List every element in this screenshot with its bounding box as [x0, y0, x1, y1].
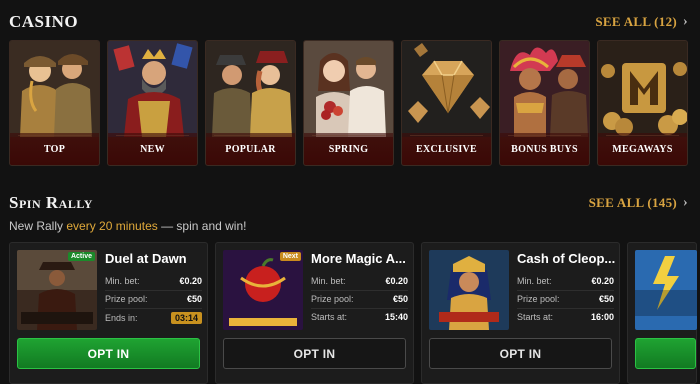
rally-header: Spin Rally SEE ALL (145) ›: [9, 193, 688, 213]
row-label: Prize pool:: [311, 294, 354, 304]
card-label-bar: TOP: [10, 133, 99, 165]
row-value: €0.20: [179, 276, 202, 286]
rally-tile: Cash of Cleop... Min. bet: €0.20 Prize po…: [421, 242, 620, 384]
tile-game-name: More Magic A...: [311, 251, 406, 266]
card-label-bar: SPRING: [304, 133, 393, 165]
category-label-spring: SPRING: [328, 143, 369, 155]
opt-in-button[interactable]: OPT IN: [223, 338, 406, 369]
duel-art-icon: [17, 250, 97, 330]
casino-see-all-link[interactable]: SEE ALL (12) ›: [595, 14, 688, 30]
row-label: Prize pool:: [517, 294, 560, 304]
category-card-spring[interactable]: SPRING: [303, 40, 394, 166]
chevron-right-icon: ›: [683, 195, 688, 210]
row-value: 16:00: [590, 312, 614, 322]
cleopatra-art-icon: [429, 250, 509, 330]
rally-sub-prefix: New Rally: [9, 219, 67, 233]
category-label-megaways: MEGAWAYS: [612, 143, 673, 155]
category-card-top[interactable]: TOP: [9, 40, 100, 166]
min-bet-row: Min. bet: €0.20: [311, 276, 408, 286]
row-label: Starts at:: [311, 312, 348, 322]
rally-sub-suffix: — spin and win!: [157, 219, 247, 233]
game-thumbnail[interactable]: [429, 250, 509, 330]
casino-title: CASINO: [9, 12, 79, 31]
opt-in-button[interactable]: OPT IN: [17, 338, 200, 369]
rally-tile: Next More Magic A... Min. bet: €0.20 Priz…: [215, 242, 414, 384]
status-badge-next: Next: [279, 252, 301, 261]
card-label-bar: MEGAWAYS: [598, 133, 687, 165]
card-label-bar: NEW: [108, 133, 197, 165]
carnival-art-icon: [500, 41, 589, 137]
game-thumbnail[interactable]: [635, 250, 697, 330]
category-label-new: NEW: [140, 143, 165, 155]
category-card-exclusive[interactable]: EXCLUSIVE: [401, 40, 492, 166]
rally-see-all-link[interactable]: SEE ALL (145) ›: [589, 195, 688, 211]
row-value: €0.20: [591, 276, 614, 286]
diamond-art-icon: [402, 41, 491, 137]
row-divider: [105, 308, 202, 309]
gangster-art-icon: [206, 41, 295, 137]
countdown-timer: 03:14: [170, 312, 202, 324]
category-card-popular[interactable]: POPULAR: [205, 40, 296, 166]
king-art-icon: [108, 41, 197, 137]
row-value: €50: [598, 294, 614, 304]
opt-in-button[interactable]: OPT IN: [429, 338, 612, 369]
category-label-exclusive: EXCLUSIVE: [415, 143, 478, 155]
row-label: Min. bet:: [105, 276, 140, 286]
rally-tile: Active Duel at Dawn Min. bet: €0.20 Prize…: [9, 242, 208, 384]
couple-art-icon: [304, 41, 393, 137]
row-divider: [517, 308, 614, 309]
rally-sub-highlight: every 20 minutes: [66, 219, 158, 233]
prize-pool-row: Prize pool: €50: [105, 294, 202, 304]
rally-see-all-label: SEE ALL (145): [588, 195, 678, 210]
row-divider: [517, 290, 614, 291]
row-value: €50: [186, 294, 202, 304]
casino-header: CASINO SEE ALL (12) ›: [9, 12, 688, 32]
row-label: Ends in:: [105, 313, 138, 323]
category-label-top: TOP: [43, 143, 66, 155]
category-card-new[interactable]: NEW: [107, 40, 198, 166]
starts-at-row: Starts at: 16:00: [517, 312, 614, 322]
ends-in-row: Ends in: 03:14: [105, 312, 202, 324]
explorers-art-icon: [10, 41, 99, 137]
min-bet-row: Min. bet: €0.20: [517, 276, 614, 286]
prize-pool-row: Prize pool: €50: [517, 294, 614, 304]
rally-tiles: Active Duel at Dawn Min. bet: €0.20 Prize…: [9, 242, 697, 384]
card-label-bar: BONUS BUYS: [500, 133, 589, 165]
row-label: Min. bet:: [517, 276, 552, 286]
row-label: Starts at:: [517, 312, 554, 322]
category-card-megaways[interactable]: MEGAWAYS: [597, 40, 688, 166]
rally-tile-partial: [627, 242, 697, 384]
opt-in-button[interactable]: [635, 338, 696, 369]
game-thumbnail[interactable]: Next: [223, 250, 303, 330]
row-divider: [311, 290, 408, 291]
category-card-bonus-buys[interactable]: BONUS BUYS: [499, 40, 590, 166]
category-label-popular: POPULAR: [225, 143, 276, 155]
row-value: €50: [392, 294, 408, 304]
megaways-art-icon: [598, 41, 687, 137]
row-label: Prize pool:: [105, 294, 148, 304]
row-divider: [311, 308, 408, 309]
casino-categories: TOP NEW POPULAR SPRING EXCLUSIVE BONUS B…: [9, 40, 688, 166]
prize-pool-row: Prize pool: €50: [311, 294, 408, 304]
category-label-bonus-buys: BONUS BUYS: [511, 143, 578, 155]
rally-subtitle: New Rally every 20 minutes — spin and wi…: [9, 219, 246, 233]
row-divider: [105, 290, 202, 291]
gold-blitz-art-icon: [635, 250, 697, 330]
casino-see-all-label: SEE ALL (12): [595, 14, 678, 29]
status-badge-active: Active: [67, 252, 95, 261]
card-label-bar: EXCLUSIVE: [402, 133, 491, 165]
row-value: €0.20: [385, 276, 408, 286]
rally-title: Spin Rally: [9, 193, 93, 212]
starts-at-row: Starts at: 15:40: [311, 312, 408, 322]
magic-apple-art-icon: [223, 250, 303, 330]
min-bet-row: Min. bet: €0.20: [105, 276, 202, 286]
tile-game-name: Cash of Cleop...: [517, 251, 616, 266]
row-label: Min. bet:: [311, 276, 346, 286]
chevron-right-icon: ›: [683, 14, 688, 29]
game-thumbnail[interactable]: Active: [17, 250, 97, 330]
row-value: 15:40: [384, 312, 408, 322]
card-label-bar: POPULAR: [206, 133, 295, 165]
tile-game-name: Duel at Dawn: [105, 251, 187, 266]
